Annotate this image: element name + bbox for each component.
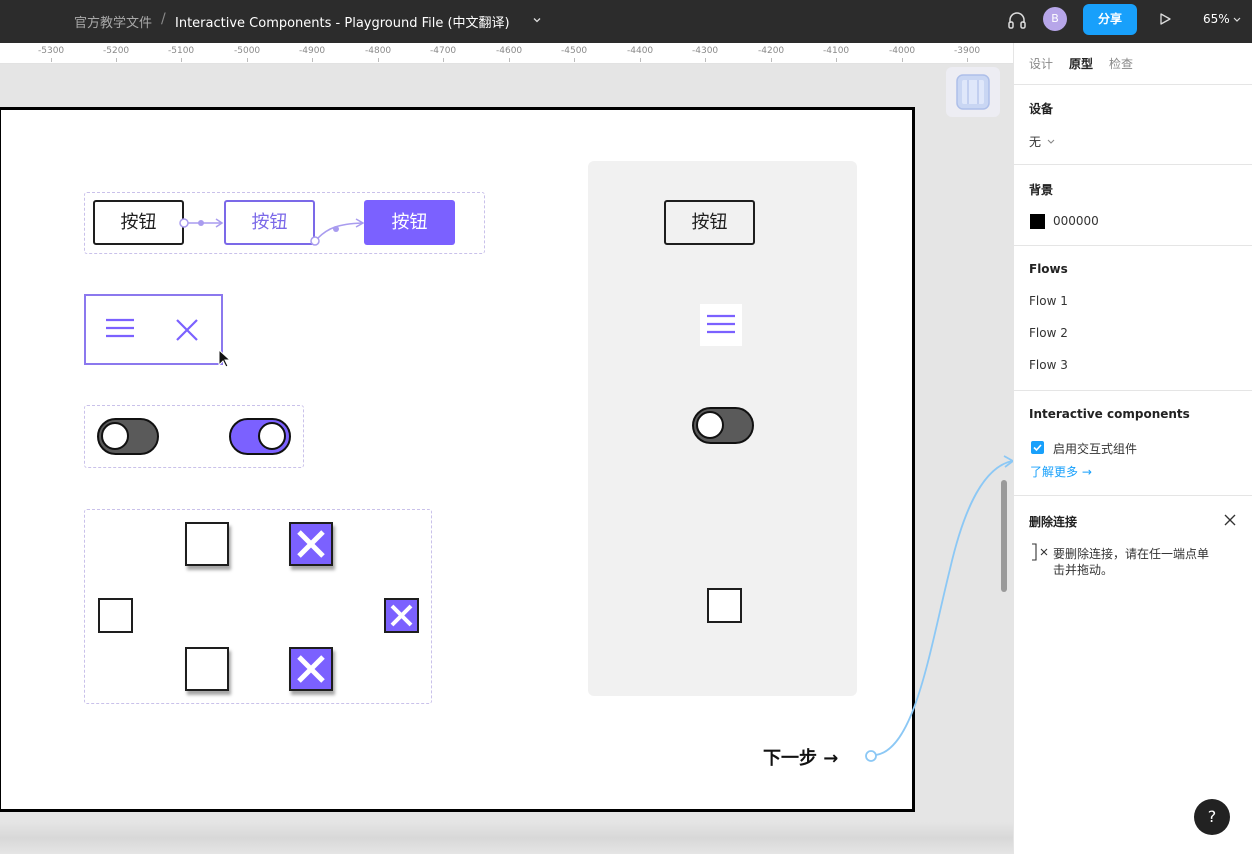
tab-design[interactable]: 设计	[1029, 55, 1053, 72]
delete-hint-text: 要删除连接，请在任一端点单	[1053, 547, 1210, 561]
ruler-tick: -3900	[954, 46, 981, 62]
ruler-tick: -5300	[38, 46, 65, 62]
background-section-title: 背景	[1029, 183, 1054, 197]
ruler-tick: -5000	[234, 46, 261, 62]
checkbox-variants-group[interactable]	[84, 509, 432, 704]
checkbox-small-checked[interactable]	[384, 598, 419, 633]
interactive-components-title: Interactive components	[1029, 407, 1190, 421]
divider	[1014, 84, 1252, 85]
breadcrumb-project[interactable]: 官方教学文件	[74, 12, 152, 31]
checkmark-icon	[1033, 444, 1042, 452]
switch-off[interactable]	[97, 418, 159, 455]
checkbox-unchecked[interactable]	[185, 647, 229, 691]
switch-on[interactable]	[229, 418, 291, 455]
divider	[1014, 495, 1252, 496]
ruler-tick: -5200	[103, 46, 130, 62]
background-hex-value[interactable]: 000000	[1053, 214, 1099, 228]
ruler-tick: -4800	[365, 46, 392, 62]
preview-switch[interactable]	[692, 407, 754, 444]
device-section-title: 设备	[1029, 102, 1054, 116]
check-x-icon	[390, 604, 413, 627]
design-canvas[interactable]: 按钮 按钮 按钮 按钮 下一步 →	[0, 64, 1013, 854]
checkbox-checked[interactable]	[289, 647, 333, 691]
checkbox-small-unchecked[interactable]	[98, 598, 133, 633]
close-icon[interactable]	[1224, 514, 1236, 526]
ruler-tick: -5100	[168, 46, 195, 62]
divider	[1014, 245, 1252, 246]
check-x-icon	[297, 530, 325, 558]
chevron-down-icon[interactable]	[531, 14, 543, 26]
horizontal-ruler: -5300 -5200 -5100 -5000 -4900 -4800 -470…	[0, 43, 1013, 64]
avatar[interactable]: B	[1043, 7, 1067, 31]
ruler-tick: -4100	[823, 46, 850, 62]
mouse-cursor-icon	[218, 349, 231, 368]
breadcrumb-separator: /	[161, 11, 166, 27]
delete-connection-title: 删除连接	[1029, 515, 1078, 529]
checkbox-unchecked[interactable]	[185, 522, 229, 566]
button-pressed[interactable]: 按钮	[364, 200, 455, 245]
switch-knob	[696, 411, 724, 439]
preview-menu-button[interactable]	[700, 304, 742, 346]
device-preview-icon[interactable]	[946, 67, 1000, 117]
properties-panel: 设计 原型 检查 设备 无 背景 000000 Flows Flow 1 Flo…	[1013, 43, 1252, 854]
next-step-label[interactable]: 下一步 →	[763, 744, 838, 770]
divider	[1014, 164, 1252, 165]
variant-connector-lines[interactable]	[176, 210, 372, 250]
play-icon[interactable]	[1158, 12, 1172, 26]
toolbar: 官方教学文件 / Interactive Components - Playgr…	[0, 0, 1252, 43]
flow-item[interactable]: Flow 3	[1029, 358, 1068, 372]
prototype-connection-line[interactable]	[860, 449, 1013, 769]
enable-interactive-checkbox[interactable]	[1031, 441, 1044, 454]
share-button[interactable]: 分享	[1083, 4, 1137, 35]
canvas-bottom-edge	[0, 822, 1013, 854]
zoom-chevron-icon[interactable]	[1232, 14, 1242, 24]
flow-item[interactable]: Flow 2	[1029, 326, 1068, 340]
ruler-tick: -4400	[627, 46, 654, 62]
ruler-tick: -4600	[496, 46, 523, 62]
switch-knob	[258, 422, 286, 450]
learn-more-link[interactable]: 了解更多 →	[1030, 463, 1092, 480]
button-default[interactable]: 按钮	[93, 200, 184, 245]
divider	[1014, 390, 1252, 391]
preview-button[interactable]: 按钮	[664, 200, 755, 245]
background-color-swatch[interactable]	[1030, 214, 1045, 229]
file-title[interactable]: Interactive Components - Playground File…	[175, 12, 510, 31]
ruler-tick: -4200	[758, 46, 785, 62]
delete-hint-text: 击并拖动。	[1053, 563, 1114, 577]
device-select[interactable]: 无	[1029, 133, 1041, 150]
switch-knob	[101, 422, 129, 450]
tab-inspect[interactable]: 检查	[1109, 55, 1133, 72]
chevron-down-icon[interactable]	[1046, 136, 1056, 146]
ruler-tick: -4300	[692, 46, 719, 62]
check-x-icon	[297, 655, 325, 683]
hamburger-menu-icon	[707, 314, 735, 334]
checkbox-checked[interactable]	[289, 522, 333, 566]
close-icon[interactable]	[175, 318, 199, 342]
enable-interactive-label[interactable]: 启用交互式组件	[1053, 440, 1137, 457]
disconnect-icon	[1032, 543, 1048, 561]
zoom-level[interactable]: 65%	[1203, 12, 1230, 26]
headphones-icon[interactable]	[1006, 9, 1028, 31]
preview-checkbox[interactable]	[707, 588, 742, 623]
ruler-tick: -4900	[299, 46, 326, 62]
ruler-tick: -4000	[889, 46, 916, 62]
flow-item[interactable]: Flow 1	[1029, 294, 1068, 308]
flows-section-title: Flows	[1029, 262, 1068, 276]
ruler-tick: -4500	[561, 46, 588, 62]
ruler-tick: -4700	[430, 46, 457, 62]
tab-prototype[interactable]: 原型	[1069, 55, 1093, 72]
help-button[interactable]: ?	[1194, 799, 1230, 835]
vertical-scrollbar[interactable]	[1001, 480, 1007, 592]
hamburger-menu-icon[interactable]	[104, 317, 136, 341]
